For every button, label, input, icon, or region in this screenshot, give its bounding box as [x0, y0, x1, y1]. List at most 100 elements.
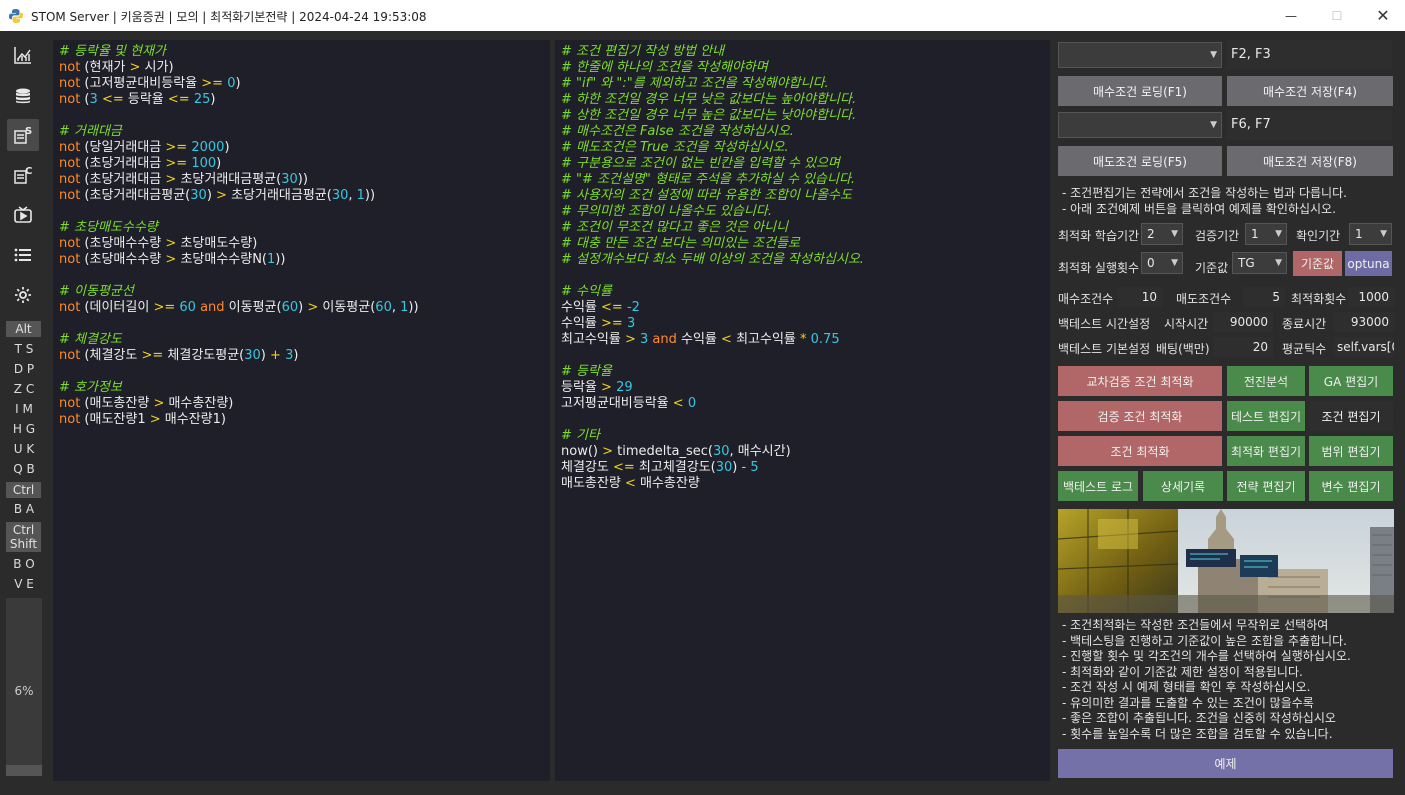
criterion-button[interactable]: 기준값	[1293, 251, 1342, 276]
sell-save-button[interactable]: 매도조건 저장(F8)	[1227, 146, 1393, 176]
code-token: (초당거래대금	[80, 172, 166, 187]
backtest-log-button[interactable]: 백테스트 로그	[1058, 471, 1138, 501]
test-editor-button[interactable]: 테스트 편집기	[1227, 401, 1305, 431]
detail-record-button[interactable]: 상세기록	[1143, 471, 1223, 501]
shortcut-keys[interactable]: I M	[10, 402, 38, 416]
code-token: (초당매수수량	[80, 236, 166, 251]
code-line: # 이동평균선	[59, 284, 544, 300]
code-token: (고저평균대비등락율	[80, 76, 202, 91]
code-token: (초당거래대금평균(	[80, 188, 191, 203]
strategy-editor-button[interactable]: 전략 편집기	[1227, 471, 1305, 501]
code-token: >	[129, 60, 141, 75]
shortcut-keys[interactable]: H G	[10, 422, 38, 436]
code-token: # 체결강도	[59, 332, 122, 347]
code-line: # 설정개수보다 최소 두배 이상의 조건을 작성하십시오.	[561, 252, 1044, 268]
svg-text:C: C	[25, 166, 32, 177]
shortcut-keys[interactable]: Z C	[10, 382, 38, 396]
opt-count-label: 최적화횟수	[1291, 292, 1347, 306]
sell-hotkey-field[interactable]: F6, F7	[1226, 110, 1392, 140]
forward-analysis-button[interactable]: 전진분석	[1227, 366, 1305, 396]
strategy-c-icon[interactable]: C	[7, 159, 39, 191]
check-period-select[interactable]: 1 ▼	[1349, 223, 1392, 245]
strategy-s-icon[interactable]: S	[7, 119, 39, 151]
sell-condition-editor[interactable]: # 조건 편집기 작성 방법 안내 # 한줄에 하나의 조건을 작성해야하며 # "…	[555, 40, 1050, 781]
code-token: # 상한 조건일 경우 너무 높은 값보다는 낮아야합니다.	[561, 108, 857, 123]
code-token: 3	[89, 92, 98, 107]
list-icon[interactable]	[7, 239, 39, 271]
buy-hotkey-field[interactable]: F2, F3	[1226, 40, 1392, 70]
code-line: 고저평균대비등락율 < 0	[561, 396, 1044, 412]
code-token: # 이동평균선	[59, 284, 134, 299]
ctrl-modifier-label: Ctrl	[6, 482, 41, 498]
run-count-select[interactable]: 0 ▼	[1141, 252, 1183, 274]
tv-icon[interactable]	[7, 199, 39, 231]
example-button[interactable]: 예제	[1058, 749, 1393, 778]
buy-save-button[interactable]: 매수조건 저장(F4)	[1227, 76, 1393, 106]
code-token: >	[602, 444, 614, 459]
code-line: not (초당매수수량 > 초당매도수량)	[59, 236, 544, 252]
buy-count-field[interactable]: 10	[1118, 287, 1162, 307]
end-time-label: 종료시간	[1282, 317, 1327, 331]
opt-editor-button[interactable]: 최적화 편집기	[1227, 436, 1305, 466]
code-token: ))	[364, 188, 376, 203]
shortcut-keys[interactable]: T S	[10, 342, 38, 356]
optimization-notes: - 조건최적화는 작성한 조건들에서 무작위로 선택하여 - 백테스팅을 진행하…	[1062, 618, 1351, 741]
code-line: now() > timedelta_sec(30, 매수시간)	[561, 444, 1044, 460]
code-token: )	[260, 348, 271, 363]
shortcut-keys[interactable]: D P	[10, 362, 38, 376]
code-line: # 거래대금	[59, 124, 544, 140]
shortcut-keys[interactable]: B O	[10, 557, 38, 571]
learn-period-select[interactable]: 2 ▼	[1141, 223, 1183, 245]
verify-period-select[interactable]: 1 ▼	[1245, 223, 1287, 245]
database-icon[interactable]	[7, 80, 39, 112]
opt-count-field[interactable]: 1000	[1348, 287, 1394, 307]
avg-tick-field[interactable]: self.vars[0]	[1334, 337, 1394, 357]
code-line: # "if" 와 ":"를 제외하고 조건을 작성해야합니다.	[561, 76, 1044, 92]
range-editor-button[interactable]: 범위 편집기	[1309, 436, 1393, 466]
sell-count-field[interactable]: 5	[1243, 287, 1285, 307]
buy-condition-combo[interactable]: ▼	[1058, 42, 1222, 68]
gear-icon[interactable]	[7, 279, 39, 311]
criterion-select[interactable]: TG ▼	[1232, 252, 1287, 274]
close-button[interactable]: ✕	[1360, 0, 1405, 31]
code-line: # 매수조건은 False 조건을 작성하십시오.	[561, 124, 1044, 140]
code-token: )	[216, 156, 222, 171]
code-line: not (고저평균대비등락율 >= 0)	[59, 76, 544, 92]
shortcut-keys[interactable]: U K	[10, 442, 38, 456]
condition-editor-button[interactable]: 조건 편집기	[1309, 401, 1393, 431]
maximize-icon: ☐	[1331, 8, 1343, 23]
maximize-button[interactable]: ☐	[1314, 0, 1360, 31]
python-logo-icon	[9, 9, 23, 23]
chart-icon[interactable]	[7, 39, 39, 71]
shortcut-keys[interactable]: Q B	[10, 462, 38, 476]
verify-opt-button[interactable]: 검증 조건 최적화	[1058, 401, 1222, 431]
code-token: not	[59, 92, 81, 107]
variable-editor-button[interactable]: 변수 편집기	[1309, 471, 1393, 501]
code-token: <	[721, 332, 732, 347]
code-token: not	[59, 156, 81, 171]
shortcut-keys[interactable]: V E	[10, 577, 38, 591]
code-token: (	[80, 92, 90, 107]
betting-field[interactable]: 20	[1213, 337, 1273, 357]
code-token: 5	[750, 460, 759, 475]
sell-condition-combo[interactable]: ▼	[1058, 112, 1222, 138]
code-token: )	[235, 76, 241, 91]
buy-condition-editor[interactable]: # 등락율 및 현재가 not (현재가 > 시가) not (고저평균대비등락율 …	[53, 40, 550, 781]
minimize-button[interactable]: —	[1268, 0, 1314, 31]
end-time-field[interactable]: 93000	[1334, 312, 1394, 332]
shortcut-keys[interactable]: B A	[10, 502, 38, 516]
code-token: # 거래대금	[59, 124, 122, 139]
code-line: # 조건 편집기 작성 방법 안내	[561, 44, 1044, 60]
ga-editor-button[interactable]: GA 편집기	[1309, 366, 1393, 396]
sell-load-button[interactable]: 매도조건 로딩(F5)	[1058, 146, 1222, 176]
code-token: not	[59, 396, 81, 411]
condition-opt-button[interactable]: 조건 최적화	[1058, 436, 1222, 466]
buy-load-button[interactable]: 매수조건 로딩(F1)	[1058, 76, 1222, 106]
code-token: not	[59, 140, 81, 155]
start-time-field[interactable]: 90000	[1213, 312, 1273, 332]
cross-validation-opt-button[interactable]: 교차검증 조건 최적화	[1058, 366, 1222, 396]
optuna-button[interactable]: optuna	[1345, 251, 1392, 276]
code-line: # 수익률	[561, 284, 1044, 300]
code-token: 30	[190, 188, 207, 203]
